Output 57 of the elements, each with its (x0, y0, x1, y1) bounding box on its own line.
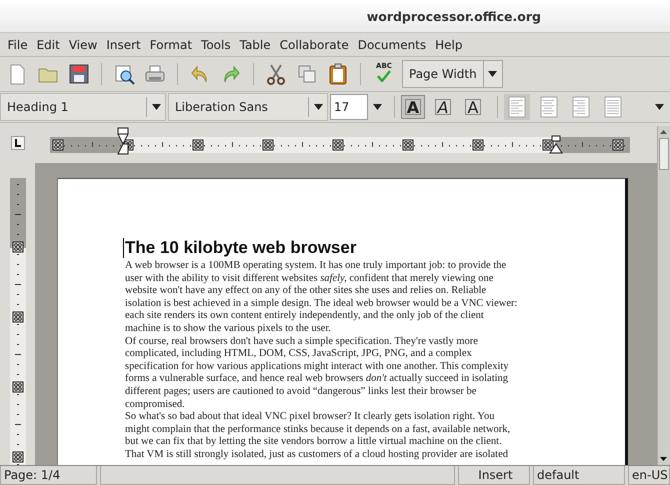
underline-button[interactable]: A (461, 95, 485, 119)
body-text-line: each site renders its own content entirely independently, and the only job of the client (125, 310, 484, 323)
caret-icon (152, 104, 160, 110)
body-text-line: might complain that the performance stinks because it depends on a fast, available network, (125, 424, 510, 436)
body-text-line: Of course, real browsers don't have such a simple specification. They're vastly more (125, 336, 478, 348)
body-text-line: user with the ability to visit different websites safely, confident that merely viewing one (125, 272, 494, 286)
paragraph-style-dropdown[interactable]: Heading 1 (0, 93, 166, 121)
insert-mode: Insert (458, 466, 530, 485)
menu-item[interactable]: Edit (32, 36, 64, 54)
body-text-line: A web browser is a 100MB operating system. It has one truly important job: to provide the (125, 260, 506, 273)
body-text-line: machine is to show the various pixels to the user. (125, 322, 331, 336)
menu-item[interactable]: Collaborate (275, 36, 354, 54)
scrollbar-thumb[interactable] (659, 138, 669, 170)
checkmark-icon (377, 70, 391, 82)
menu-item[interactable]: View (64, 36, 102, 54)
bold-button[interactable]: A (401, 95, 425, 119)
caret-icon (314, 104, 322, 110)
align-center-button[interactable] (539, 96, 559, 118)
page-number: Page: 1/4 (0, 466, 97, 485)
overflow-caret-icon[interactable] (655, 104, 664, 110)
font-size-field[interactable]: 17 (330, 94, 368, 120)
vertical-scrollbar[interactable] (657, 126, 670, 465)
menu-item[interactable]: Tools (196, 36, 236, 54)
body-text-line: specification for how various applications might interact with one another. This complexity (125, 360, 509, 374)
menu-item[interactable]: Help (430, 36, 467, 54)
italic-button[interactable]: A (431, 95, 455, 119)
body-text-line: but we can fix that by letting the site vendors borrow a little virtual machine on the client. (125, 436, 502, 449)
tab-stop-button[interactable] (10, 136, 24, 150)
align-left-button[interactable] (507, 96, 527, 118)
page-style: default (533, 466, 625, 485)
body-text-line: forms a vulnerable surface, and hence real web browsers don't actually succeed in isolating (125, 373, 508, 386)
copy-icon[interactable] (296, 63, 318, 85)
body-text-line: website won't have any effect on any of the other sites she uses and relies on. Reliable (125, 285, 486, 298)
caret-icon (372, 104, 382, 110)
caret-icon (488, 71, 498, 77)
clipboard-icon[interactable] (327, 63, 349, 85)
menu-item[interactable]: Documents (353, 36, 431, 54)
menu-item[interactable]: Table (235, 36, 276, 54)
language: en-US (628, 466, 670, 485)
zoom-dropdown[interactable]: Page Width (402, 60, 503, 88)
body-text-line: So what's so bad about that ideal VNC pixel browser? It clearly gets isolation right. You (125, 411, 494, 424)
vertical-ruler-drawing[interactable] (10, 178, 26, 465)
body-text-line: different pages; users are cautioned to avoid “dangerous” links lest their browser be (125, 386, 476, 399)
body-text-line: complicated, including HTML, DOM, CSS, JavaScript, JPG, PNG, and a complex (125, 348, 472, 361)
menu-item[interactable]: File (3, 36, 32, 54)
body-text-line: compromised. (125, 398, 185, 412)
font-name-dropdown[interactable]: Liberation Sans (168, 93, 328, 121)
align-justify-button[interactable] (603, 96, 623, 118)
window-title: wordprocessor.office.org (366, 8, 541, 24)
scissors-icon[interactable] (265, 63, 287, 85)
body-text-line: That VM is still strongly isolated, just as customers of a cloud hosting provider are isolated (125, 448, 508, 462)
print-preview-icon[interactable] (113, 63, 135, 85)
align-right-button[interactable] (571, 96, 591, 118)
body-text-line: isolation is best achieved in a simple design. The ideal web browser would be a VNC viewer: (125, 298, 518, 310)
document-heading: The 10 kilobyte web browser (123, 238, 625, 258)
menu-item[interactable]: Insert (102, 36, 146, 54)
menu-item[interactable]: Format (145, 36, 197, 54)
